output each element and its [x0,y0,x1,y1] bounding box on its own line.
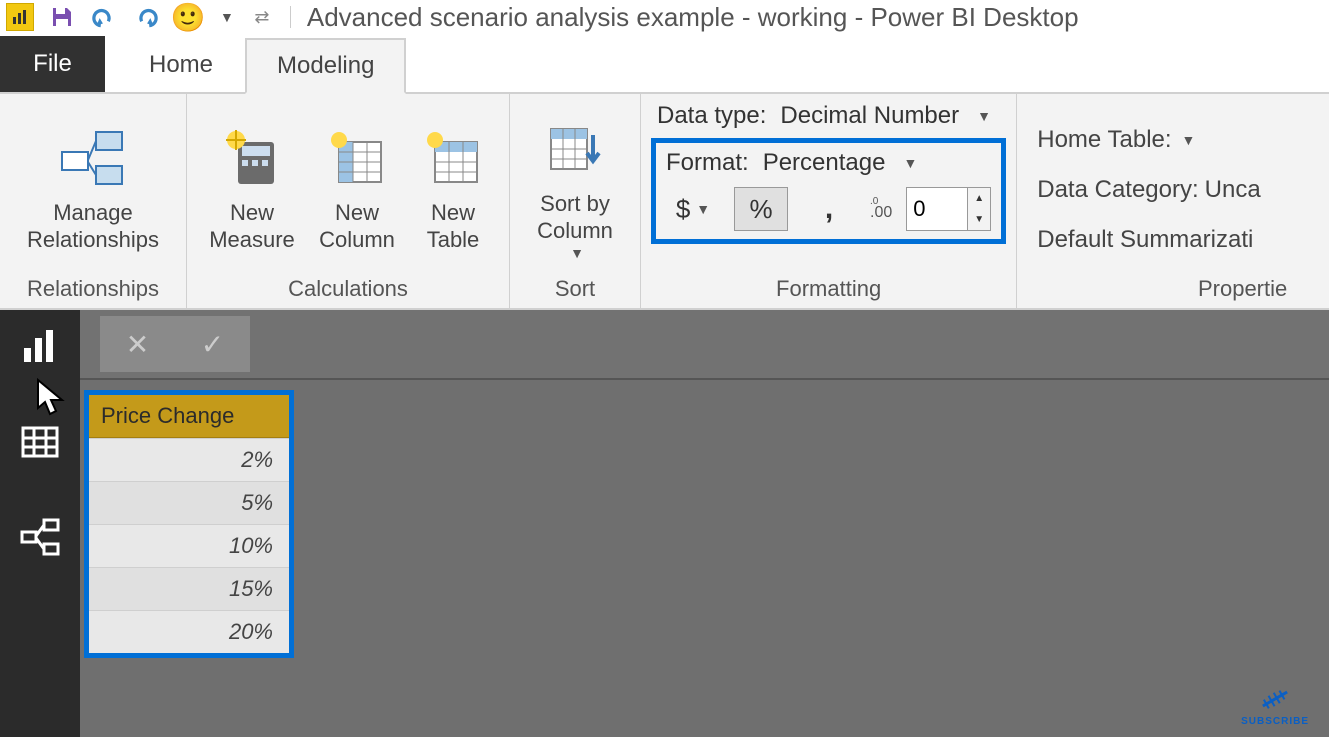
new-measure-icon [217,123,287,193]
view-switcher-rail [0,310,80,737]
formula-input[interactable] [256,324,1329,364]
default-summarization-label: Default Summarizati [1037,226,1253,254]
data-canvas: Price Change 2% 5% 10% 15% 20% [80,380,1329,737]
chevron-down-icon: ▼ [570,245,584,263]
table-header[interactable]: Price Change [89,395,289,438]
group-label-relationships: Relationships [27,272,159,304]
currency-format-button[interactable]: $ ▼ [666,187,720,231]
chevron-down-icon[interactable]: ▼ [903,155,917,171]
new-measure-button[interactable]: New Measure [197,119,307,254]
decimal-places-icon: .0 .00 [870,197,892,220]
home-table-label: Home Table: [1037,126,1171,154]
dollar-icon: $ [676,194,690,225]
subscribe-badge[interactable]: SUBSCRIBE [1241,684,1309,727]
model-view-button[interactable] [12,510,68,566]
thousands-separator-button[interactable]: , [802,187,856,231]
format-highlight-box: Format: Percentage ▼ $ ▼ % , [651,138,1006,244]
save-icon[interactable] [48,3,76,31]
percent-icon: % [749,194,772,225]
spin-down-icon[interactable]: ▼ [968,209,990,230]
ribbon-group-sort: Sort by Column ▼ Sort [510,94,641,308]
chevron-down-icon[interactable]: ▼ [977,108,991,124]
table-row[interactable]: 5% [89,481,289,524]
group-label-calculations: Calculations [288,272,408,304]
data-view-button[interactable] [12,414,68,470]
sort-by-column-icon [540,114,610,184]
report-view-button[interactable] [12,318,68,374]
new-table-button[interactable]: New Table [407,119,499,254]
window-title: Advanced scenario analysis example - wor… [307,2,1079,33]
table-row[interactable]: 2% [89,438,289,481]
new-column-label: New Column [319,199,395,254]
group-label-properties: Propertie [1198,272,1287,304]
new-table-icon [418,123,488,193]
cancel-formula-button[interactable]: ✕ [108,324,168,364]
chevron-down-icon: ▼ [696,201,710,217]
data-category-label: Data Category: [1037,176,1198,204]
redo-icon[interactable] [132,3,160,31]
ribbon-group-properties: Home Table: ▼ Data Category: Unca Defaul… [1017,94,1297,308]
manage-relationships-label: Manage Relationships [27,199,159,254]
manage-relationships-button[interactable]: Manage Relationships [10,119,176,254]
data-type-label: Data type: [657,102,766,130]
format-value[interactable]: Percentage [763,149,886,177]
commit-formula-button[interactable]: ✓ [183,324,243,364]
tab-file[interactable]: File [0,36,105,92]
ribbon: Manage Relationships Relationships New M… [0,92,1329,310]
spin-up-icon[interactable]: ▲ [968,188,990,209]
new-table-label: New Table [427,199,480,254]
table-row[interactable]: 10% [89,524,289,567]
sort-by-column-label: Sort by Column [537,190,613,245]
undo-icon[interactable] [90,3,118,31]
smiley-icon[interactable]: 🙂 [174,3,202,31]
title-bar: 🙂 ▼ ⇄ Advanced scenario analysis example… [0,0,1329,34]
app-logo-icon [6,3,34,31]
sort-by-column-button[interactable]: Sort by Column ▼ [520,110,630,263]
ribbon-tab-strip: File Home Modeling [0,34,1329,92]
ribbon-group-relationships: Manage Relationships Relationships [0,94,187,308]
group-label-sort: Sort [555,272,595,304]
tab-home[interactable]: Home [117,36,245,92]
qat-customize-icon[interactable]: ⇄ [248,3,276,31]
data-type-value[interactable]: Decimal Number [780,102,959,130]
subscribe-label: SUBSCRIBE [1241,716,1309,727]
format-label: Format: [666,149,749,177]
decimal-places-stepper[interactable]: ▲ ▼ [906,187,991,231]
table-row[interactable]: 20% [89,610,289,653]
ribbon-group-formatting: Data type: Decimal Number ▼ Format: Perc… [641,94,1017,308]
new-column-icon [322,123,392,193]
new-measure-label: New Measure [209,199,295,254]
relationships-icon [58,123,128,193]
chevron-down-icon[interactable]: ▼ [1182,132,1196,148]
comma-icon: , [825,192,833,226]
group-label-formatting: Formatting [776,272,881,304]
tab-modeling[interactable]: Modeling [245,38,406,94]
price-change-table[interactable]: Price Change 2% 5% 10% 15% 20% [84,390,294,658]
percent-format-button[interactable]: % [734,187,788,231]
ribbon-group-calculations: New Measure New Column New Table Calcula… [187,94,510,308]
chevron-down-icon[interactable]: ▼ [220,9,234,25]
formula-bar: ✕ ✓ [80,310,1329,380]
data-category-value[interactable]: Unca [1205,176,1261,204]
new-column-button[interactable]: New Column [311,119,403,254]
table-row[interactable]: 15% [89,567,289,610]
decimal-places-input[interactable] [906,187,968,231]
